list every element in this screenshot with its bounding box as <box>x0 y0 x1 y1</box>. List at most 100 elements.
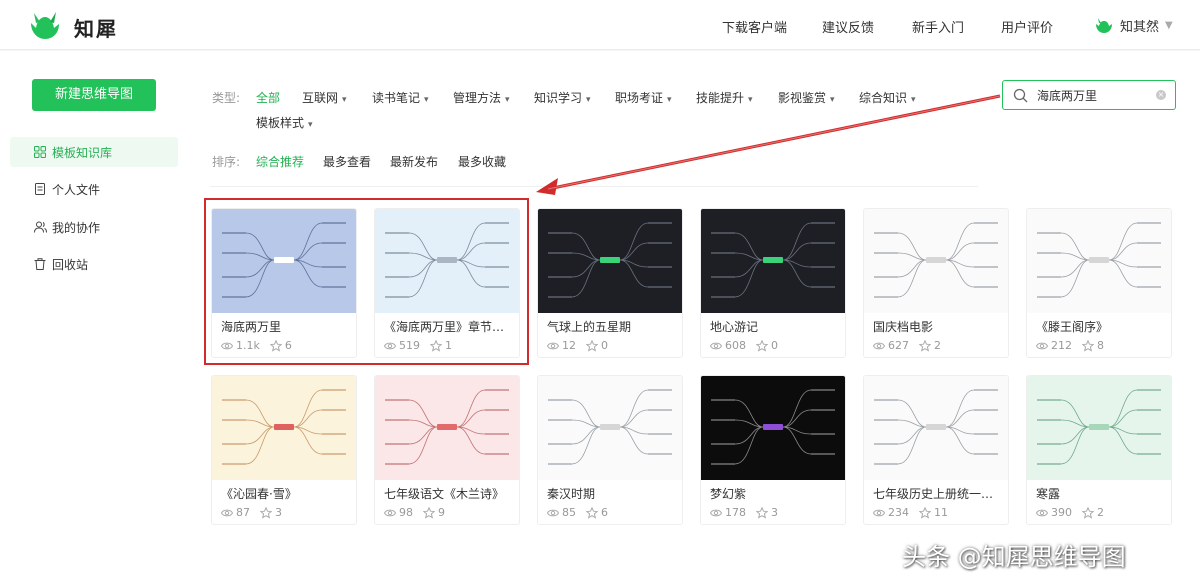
type-filter-reading-notes[interactable]: 读书笔记 ▾ <box>372 89 429 106</box>
top-header: 知犀 下载客户端 建议反馈 新手入门 用户评价 知其然 ▼ <box>0 0 1200 50</box>
card-stats: 12 0 <box>547 339 608 352</box>
template-card[interactable]: 《沁园春·雪》 87 3 <box>211 375 357 525</box>
sidebar-item-collaboration[interactable]: 我的协作 <box>10 212 178 242</box>
user-name: 知其然 <box>1120 19 1160 35</box>
template-card[interactable]: 七年级语文《木兰诗》 98 9 <box>374 375 520 525</box>
app-name[interactable]: 知犀 <box>74 13 118 42</box>
star-count: 0 <box>771 339 778 352</box>
view-count: 608 <box>725 339 746 352</box>
card-stats: 1.1k 6 <box>221 339 292 352</box>
type-filter-film[interactable]: 影视鉴赏 ▾ <box>778 89 835 106</box>
type-filter-general[interactable]: 综合知识 ▾ <box>859 89 916 106</box>
template-card[interactable]: 秦汉时期 85 6 <box>537 375 683 525</box>
card-stats: 87 3 <box>221 506 282 519</box>
star-count: 2 <box>1097 506 1104 519</box>
template-card[interactable]: 国庆档电影 627 2 <box>863 208 1009 358</box>
search-input[interactable] <box>1037 85 1155 105</box>
filter-label: 职场考证 <box>615 91 664 105</box>
type-filter-career-exams[interactable]: 职场考证 ▾ <box>615 89 672 106</box>
star-count: 6 <box>601 506 608 519</box>
star-icon[interactable] <box>430 339 442 352</box>
eye-icon <box>547 509 559 516</box>
star-icon[interactable] <box>423 506 435 519</box>
type-filter-internet[interactable]: 互联网 ▾ <box>302 89 347 106</box>
template-card[interactable]: 地心游记 608 0 <box>700 208 846 358</box>
star-icon[interactable] <box>919 339 931 352</box>
star-icon[interactable] <box>269 339 282 352</box>
eye-icon <box>384 342 396 349</box>
star-icon[interactable] <box>586 506 598 519</box>
template-card[interactable]: 寒露 390 2 <box>1026 375 1172 525</box>
search-icon <box>1013 88 1028 103</box>
star-icon[interactable] <box>1082 339 1094 352</box>
star-icon[interactable] <box>260 506 272 519</box>
nav-getting-started[interactable]: 新手入门 <box>912 17 964 36</box>
card-title: 寒露 <box>1036 487 1061 501</box>
chevron-down-icon: ▾ <box>830 95 835 105</box>
card-stats: 519 1 <box>384 339 452 352</box>
type-filter-skills[interactable]: 技能提升 ▾ <box>696 89 753 106</box>
grid-icon <box>34 146 46 158</box>
sort-recommended[interactable]: 综合推荐 <box>256 153 304 170</box>
card-stats: 212 8 <box>1036 339 1104 352</box>
chevron-down-icon: ▾ <box>586 95 591 105</box>
sidebar-item-template-library[interactable]: 模板知识库 <box>10 137 178 167</box>
template-card[interactable]: 《海底两万里》章节概括 519 1 <box>374 208 520 358</box>
type-filter-knowledge[interactable]: 知识学习 ▾ <box>534 89 591 106</box>
new-mindmap-button[interactable]: 新建思维导图 <box>32 79 156 111</box>
card-title: 《滕王阁序》 <box>1036 320 1109 334</box>
star-icon[interactable] <box>919 506 931 519</box>
type-filter-template-style[interactable]: 模板样式 ▾ <box>256 114 313 131</box>
star-count: 1 <box>445 339 452 352</box>
template-card[interactable]: 《滕王阁序》 212 8 <box>1026 208 1172 358</box>
template-card[interactable]: 七年级历史上册统一多… 234 11 <box>863 375 1009 525</box>
user-menu[interactable]: 知其然 ▼ <box>1094 14 1173 36</box>
nav-feedback[interactable]: 建议反馈 <box>822 17 874 36</box>
filter-label: 互联网 <box>302 91 339 105</box>
nav-user-reviews[interactable]: 用户评价 <box>1001 17 1053 36</box>
template-card[interactable]: 梦幻紫 178 3 <box>700 375 846 525</box>
card-title: 《沁园春·雪》 <box>221 487 297 501</box>
sort-most-viewed[interactable]: 最多查看 <box>323 153 371 170</box>
filter-label: 技能提升 <box>696 91 745 105</box>
star-icon[interactable] <box>586 339 598 352</box>
template-card[interactable]: 气球上的五星期 12 0 <box>537 208 683 358</box>
filter-label: 知识学习 <box>534 91 583 105</box>
view-count: 1.1k <box>236 339 260 352</box>
chevron-down-icon: ▾ <box>505 95 510 105</box>
chevron-down-icon: ▾ <box>748 95 753 105</box>
mindmap-thumbnail <box>1027 209 1171 313</box>
card-title: 梦幻紫 <box>710 487 747 501</box>
mindmap-thumbnail <box>212 376 356 480</box>
card-title: 七年级语文《木兰诗》 <box>384 487 505 501</box>
sort-newest[interactable]: 最新发布 <box>390 153 438 170</box>
chevron-down-icon: ▾ <box>308 120 313 130</box>
star-icon[interactable] <box>756 339 768 352</box>
view-count: 234 <box>888 506 909 519</box>
template-card[interactable]: 海底两万里 1.1k 6 <box>211 208 357 358</box>
nav-download-client[interactable]: 下载客户端 <box>722 17 787 36</box>
eye-icon <box>1036 342 1048 349</box>
search-box[interactable]: × <box>1002 80 1176 110</box>
type-filter-management[interactable]: 管理方法 ▾ <box>453 89 510 106</box>
star-icon[interactable] <box>756 506 768 519</box>
sort-most-favorited[interactable]: 最多收藏 <box>458 153 506 170</box>
sidebar: 新建思维导图 模板知识库 个人文件 我的协作 回收站 <box>0 51 188 587</box>
type-filter-all[interactable]: 全部 <box>256 89 280 106</box>
card-stats: 98 9 <box>384 506 445 519</box>
mindmap-thumbnail <box>375 376 519 480</box>
view-count: 519 <box>399 339 420 352</box>
view-count: 85 <box>562 506 576 519</box>
eye-icon <box>547 342 559 349</box>
eye-icon <box>710 342 722 349</box>
avatar <box>1096 18 1112 33</box>
eye-icon <box>221 342 233 349</box>
star-icon[interactable] <box>1082 506 1094 519</box>
card-stats: 390 2 <box>1036 506 1104 519</box>
sidebar-item-recycle-bin[interactable]: 回收站 <box>10 249 178 279</box>
clear-icon[interactable]: × <box>1156 90 1166 100</box>
card-title: 气球上的五星期 <box>547 320 632 334</box>
rhino-logo-icon[interactable] <box>28 9 62 41</box>
sidebar-item-label: 回收站 <box>52 257 89 272</box>
sidebar-item-personal-files[interactable]: 个人文件 <box>10 174 178 204</box>
